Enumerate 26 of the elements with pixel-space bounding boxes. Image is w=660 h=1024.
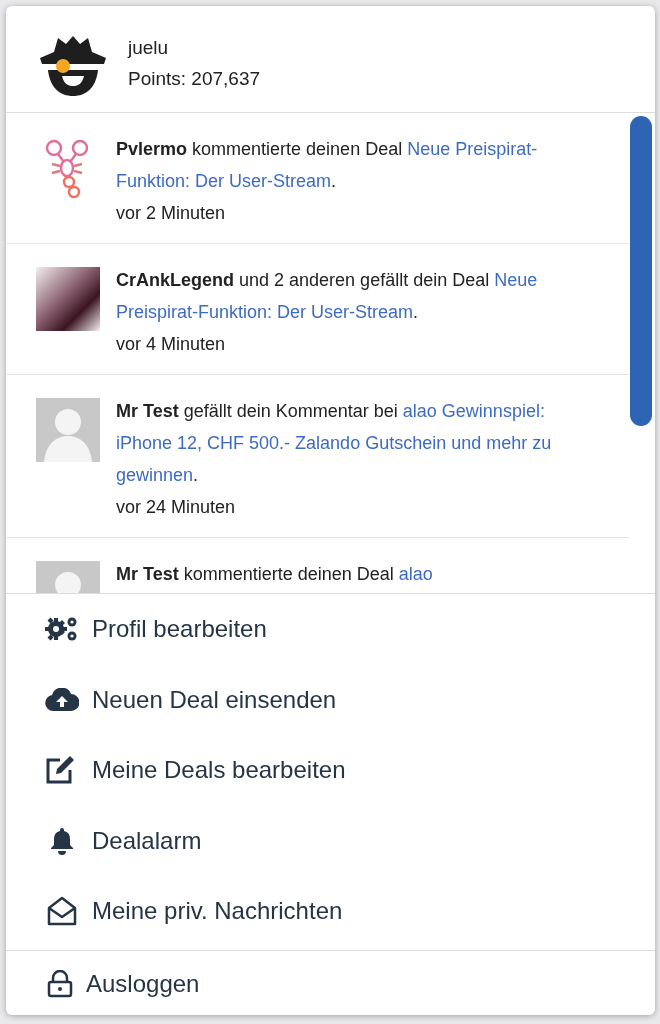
notification-item[interactable]: CrAnkLegend und 2 anderen gefällt dein Deal Neue Preispirat-Funktion: Der User-Stream. vor 4 Minuten xyxy=(6,244,629,375)
menu-item[interactable]: Dealalarm xyxy=(6,805,655,876)
notification-time: vor 24 Minuten xyxy=(116,496,237,519)
menu-item[interactable]: Meine priv. Nachrichten xyxy=(6,876,655,947)
photo-placeholder xyxy=(36,267,100,331)
scrollbar-thumb[interactable] xyxy=(630,116,652,426)
notification-text: Mr Test kommentierte deinen Deal alao xyxy=(116,563,434,586)
lock-icon xyxy=(47,969,73,998)
notification-text: Mr Test gefällt dein Kommentar bei alao Gewinnspiel: iPhone 12, CHF 500.- Zalando Gutschein und mehr zu gewinnen. xyxy=(116,400,553,487)
logout-item[interactable]: Ausloggen xyxy=(6,950,655,1015)
menu-item[interactable]: Meine Deals bearbeiten xyxy=(6,735,655,806)
notification-text: CrAnkLegend und 2 anderen gefällt dein Deal Neue Preispirat-Funktion: Der User-Stream. xyxy=(116,269,539,324)
username: juelu xyxy=(128,36,170,60)
menu-item[interactable]: Neuen Deal einsenden xyxy=(6,664,655,735)
default-avatar xyxy=(36,398,100,462)
notification-text: Pvlermo kommentierte deinen Deal Neue Preispirat-Funktion: Der User-Stream. xyxy=(116,138,539,193)
gears-icon xyxy=(45,616,79,643)
points-text: Points: 207,637 xyxy=(128,67,261,91)
envelope-open-icon xyxy=(47,896,77,927)
notification-time: vor 2 Minuten xyxy=(116,202,227,225)
notification-item[interactable]: Mr Test gefällt dein Kommentar bei alao Gewinnspiel: iPhone 12, CHF 500.- Zalando Gutschein und mehr zu gewinnen. vor 24 Minuten xyxy=(6,375,629,538)
bell-icon xyxy=(50,826,74,855)
cloud-upload-icon xyxy=(45,687,79,712)
menu-item[interactable]: Profil bearbeiten xyxy=(6,594,655,665)
notification-item[interactable]: Pvlermo kommentierte deinen Deal Neue Preispirat-Funktion: Der User-Stream. vor 2 Minuten xyxy=(6,113,629,244)
notification-time: vor 4 Minuten xyxy=(116,333,227,356)
